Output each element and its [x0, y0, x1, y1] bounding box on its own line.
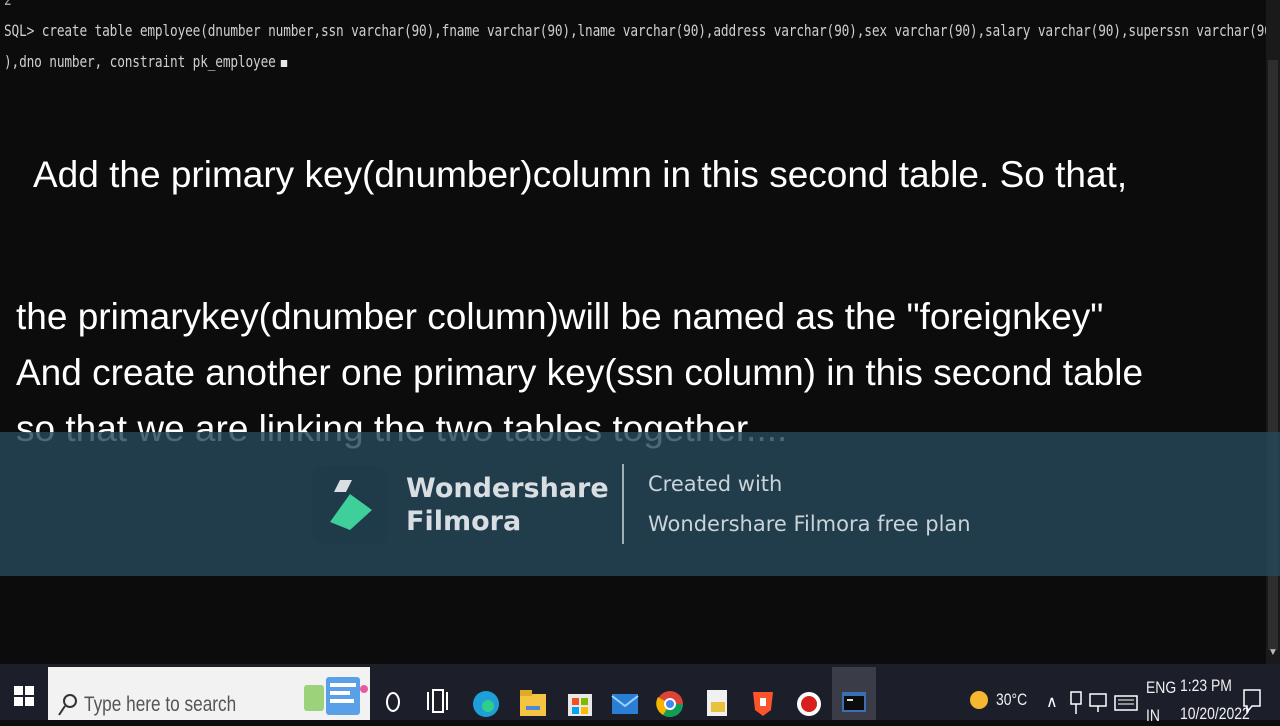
search-icon [58, 693, 78, 722]
weather-sun-icon[interactable] [968, 684, 990, 719]
notification-icon[interactable] [1242, 686, 1262, 721]
watermark-divider [622, 464, 624, 544]
filmora-watermark: Wondershare Filmora Created with Wonders… [0, 432, 1280, 576]
region-code: IN [1146, 706, 1160, 725]
chevron-up-icon[interactable]: ∧ [1046, 692, 1058, 712]
keyboard-icon[interactable] [1114, 688, 1138, 721]
chrome-icon[interactable] [655, 684, 684, 720]
console-command-line-1: SQL> create table employee(dnumber numbe… [4, 21, 1272, 40]
search-placeholder: Type here to search [84, 693, 237, 716]
console-command-line-2-text: ),dno number, constraint pk_employee [4, 52, 276, 71]
store-icon[interactable] [565, 684, 593, 720]
acrobat-icon[interactable] [702, 684, 730, 720]
clock-time: 1:23 PM [1180, 676, 1232, 695]
weather-temperature[interactable]: 30°C [996, 690, 1027, 710]
text-cursor [280, 60, 287, 67]
task-view-icon[interactable] [425, 684, 453, 720]
scroll-down-arrow-icon[interactable]: ▼ [1268, 648, 1278, 658]
windows-taskbar: Type here to search 30°C ∧ ENG IN 1:23 P… [0, 664, 1280, 725]
start-icon[interactable] [14, 686, 34, 711]
console-command-line-2: ),dno number, constraint pk_employee [4, 52, 287, 71]
search-highlight-icon[interactable] [300, 671, 370, 717]
caption-line-2: the primarykey(dnumber column)will be na… [16, 296, 1104, 337]
brand-line-2: Filmora [406, 506, 522, 537]
free-plan-label: Wondershare Filmora free plan [648, 512, 971, 536]
caption-line-3: And create another one primary key(ssn c… [16, 352, 1144, 393]
sql-console-icon[interactable] [840, 684, 868, 720]
clock-date: 10/20/2022 [1180, 704, 1250, 723]
file-explorer-icon[interactable] [518, 684, 546, 720]
edge-icon[interactable] [471, 684, 499, 720]
filmora-brand-name: Wondershare Filmora [406, 472, 609, 538]
network-icon[interactable] [1068, 688, 1084, 721]
brave-icon[interactable] [748, 684, 776, 720]
mail-icon[interactable] [610, 684, 639, 720]
language-code: ENG [1146, 678, 1177, 697]
monitor-icon[interactable] [1088, 688, 1108, 721]
brand-line-1: Wondershare [406, 473, 609, 504]
console-line-number: 2 [4, 0, 12, 9]
taskbar-search-box[interactable]: Type here to search [48, 667, 370, 720]
recorder-icon[interactable] [794, 684, 822, 720]
cortana-icon[interactable] [383, 684, 411, 720]
language-indicator[interactable]: ENG IN [1146, 678, 1176, 726]
clock[interactable]: 1:23 PM 10/20/2022 [1180, 676, 1250, 724]
filmora-logo-icon [312, 466, 388, 544]
caption-line-1: Add the primary key(dnumber)column in th… [33, 154, 1128, 195]
created-with-label: Created with [648, 472, 783, 496]
